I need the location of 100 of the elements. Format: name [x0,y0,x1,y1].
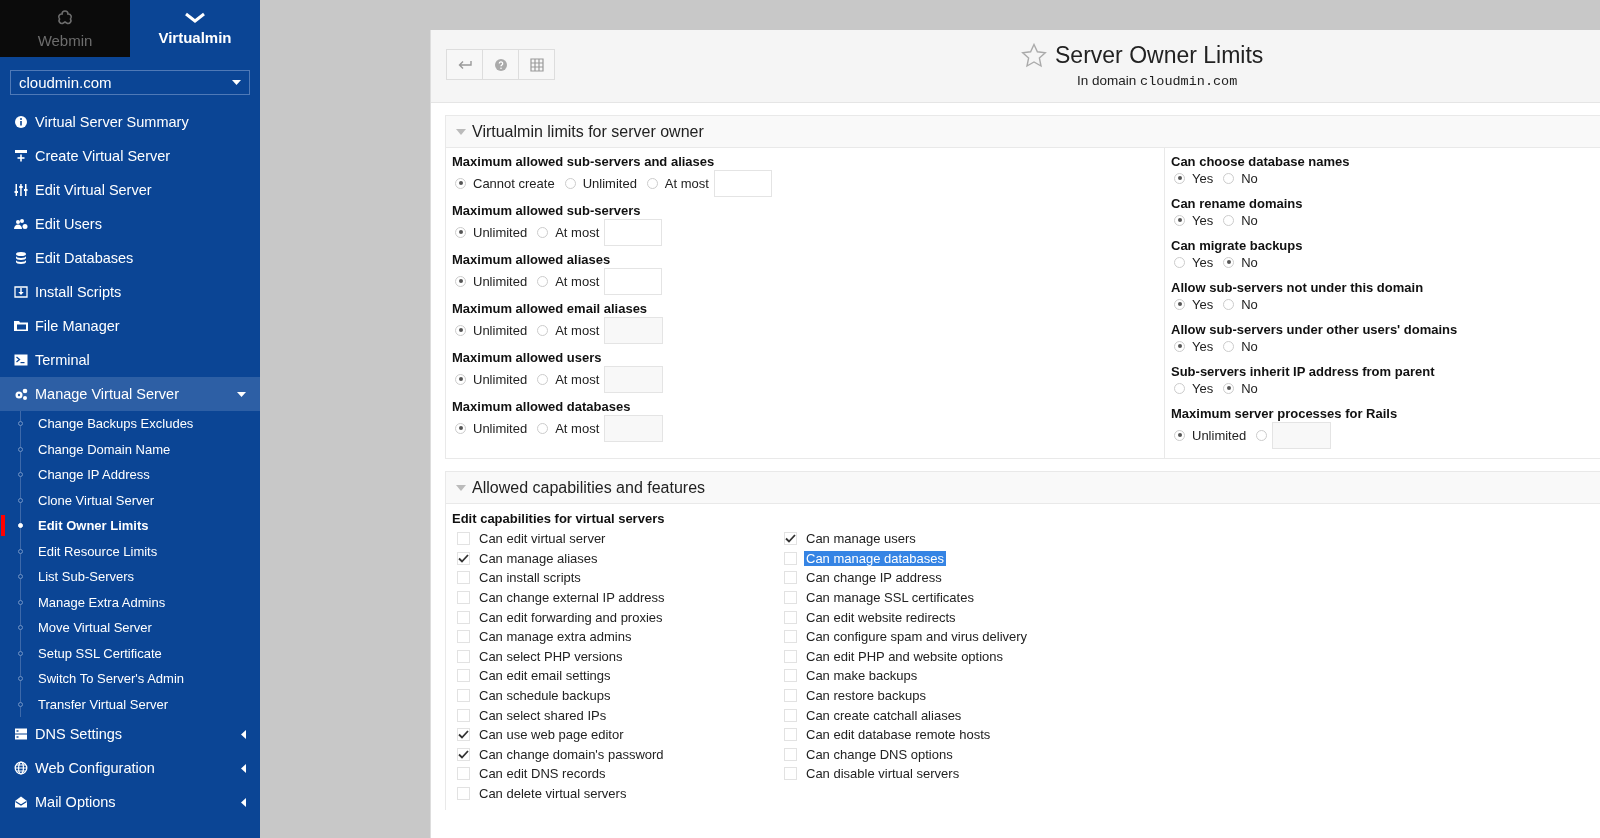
checkbox[interactable] [784,630,797,644]
radio-button[interactable] [1174,214,1185,226]
menu-item[interactable]: File Manager [0,309,260,343]
checkbox[interactable] [784,649,797,663]
menu-item[interactable]: Edit Users [0,207,260,241]
radio-button[interactable] [1223,214,1235,226]
radio-button[interactable] [1174,256,1185,268]
radio-button[interactable] [1256,429,1268,441]
checkbox[interactable] [457,610,470,624]
submenu-item[interactable]: Change Domain Name [21,436,260,462]
section-header[interactable]: Allowed capabilities and features [445,471,1600,504]
radio-button[interactable] [537,373,549,385]
menu-item[interactable]: Edit Virtual Server [0,173,260,207]
submenu-item[interactable]: Edit Resource Limits [21,538,260,564]
radio-button[interactable] [1174,298,1185,310]
section-header[interactable]: Virtualmin limits for server owner [445,115,1600,148]
checkbox[interactable] [457,649,470,663]
radio-button[interactable] [455,177,466,189]
radio-button[interactable] [455,324,466,336]
checkbox[interactable] [784,532,797,546]
caret-left-icon [241,797,246,807]
back-button[interactable] [446,49,483,80]
submenu-item[interactable]: Edit Owner Limits [21,513,260,539]
checkbox[interactable] [784,708,797,722]
radio-button[interactable] [537,422,549,434]
radio-button[interactable] [537,226,549,238]
submenu-item[interactable]: Change IP Address [21,462,260,488]
checkbox[interactable] [457,630,470,644]
radio-button[interactable] [1174,340,1185,352]
menu-item[interactable]: Web Configuration [0,751,260,785]
checkbox[interactable] [457,787,470,800]
sidebar-tab[interactable]: Webmin [0,0,130,57]
checkbox[interactable] [784,747,797,761]
help-button[interactable] [482,49,519,80]
checkbox[interactable] [784,591,797,605]
menu-item[interactable]: Terminal [0,343,260,377]
radio-button[interactable] [1223,382,1235,394]
submenu-item[interactable]: Change Backups Excludes [21,411,260,437]
menu-item[interactable]: Mail Options [0,785,260,819]
submenu-item[interactable]: Move Virtual Server [21,615,260,641]
users-icon [14,217,28,231]
checkbox[interactable] [784,610,797,624]
checkbox[interactable] [784,551,797,565]
star-icon[interactable] [1021,43,1047,68]
radio-button[interactable] [455,275,466,287]
menu-item[interactable]: Create Virtual Server [0,139,260,173]
checkbox[interactable] [457,551,470,565]
radio-button[interactable] [455,226,466,238]
grid-button[interactable] [518,49,555,80]
radio-button[interactable] [564,177,576,189]
submenu-item[interactable]: List Sub-Servers [21,564,260,590]
radio-label: Unlimited [473,420,528,436]
input-field[interactable] [604,218,663,246]
checkbox[interactable] [457,728,470,742]
checkbox[interactable] [784,767,797,781]
radio-button[interactable] [537,324,549,336]
checkbox[interactable] [457,669,470,683]
checkbox-label: Can edit database remote hosts [805,727,992,743]
checkbox[interactable] [784,669,797,683]
checkbox-label: Can manage extra admins [478,629,633,645]
radio-button[interactable] [1223,340,1235,352]
menu-item[interactable]: Manage Virtual Server [0,377,260,411]
submenu-item[interactable]: Setup SSL Certificate [21,640,260,666]
checkbox[interactable] [457,532,470,546]
radio-button[interactable] [455,422,466,434]
checkbox[interactable] [457,767,470,781]
checkbox[interactable] [457,571,470,585]
input-field[interactable] [604,267,663,295]
menu-item[interactable]: Edit Databases [0,241,260,275]
grid-icon [529,57,544,72]
checkbox[interactable] [457,747,470,761]
radio-button[interactable] [646,177,658,189]
menu-item[interactable]: Install Scripts [0,275,260,309]
submenu-item[interactable]: Clone Virtual Server [21,487,260,513]
menu-item[interactable]: DNS Settings [0,717,260,751]
input-field[interactable] [713,169,772,197]
submenu-item[interactable]: Switch To Server's Admin [21,666,260,692]
radio-button[interactable] [537,275,549,287]
checkbox[interactable] [457,591,470,605]
bullet-icon [18,497,23,503]
radio-button[interactable] [1174,429,1185,441]
field-label: Edit capabilities for virtual servers [452,511,666,526]
radio-button[interactable] [1174,382,1185,394]
radio-label: Unlimited [473,322,528,338]
submenu-item[interactable]: Transfer Virtual Server [21,691,260,717]
checkbox[interactable] [784,728,797,742]
checkbox[interactable] [784,689,797,703]
radio-button[interactable] [1223,298,1235,310]
checkbox[interactable] [784,571,797,585]
submenu-item[interactable]: Manage Extra Admins [21,589,260,615]
checkbox-label: Can change domain's password [478,746,665,762]
radio-button[interactable] [1223,256,1235,268]
radio-label: Yes [1192,212,1214,228]
menu-item[interactable]: Virtual Server Summary [0,105,260,139]
checkbox[interactable] [457,708,470,722]
radio-button[interactable] [1223,172,1235,184]
radio-button[interactable] [455,373,466,385]
checkbox[interactable] [457,689,470,703]
domain-select[interactable]: cloudmin.com [10,70,250,95]
radio-button[interactable] [1174,172,1185,184]
